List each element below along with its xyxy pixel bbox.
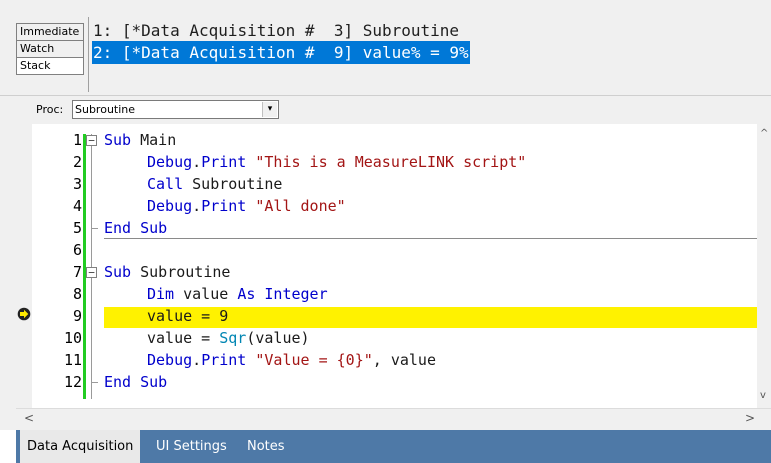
- line-number: 9: [72, 307, 82, 325]
- line-number: 4: [72, 197, 82, 215]
- identifier: (value): [246, 329, 310, 347]
- identifier: Subroutine: [183, 175, 283, 193]
- chevron-left-icon[interactable]: <: [24, 411, 34, 425]
- debug-panel: Immediate Watch Stack 1: [*Data Acquisit…: [0, 0, 771, 95]
- code-line-8: Dim value As Integer: [147, 283, 328, 305]
- tab-watch[interactable]: Watch: [16, 40, 84, 58]
- keyword: End Sub: [104, 219, 168, 237]
- fold-end-marker: [92, 382, 98, 383]
- line-number: 10: [63, 329, 82, 347]
- punct: .: [192, 153, 202, 171]
- code-line-10: value = Sqr(value): [147, 327, 310, 349]
- code-line-1: Sub Main: [104, 129, 176, 151]
- line-number: 1: [72, 131, 82, 149]
- identifier: Main: [131, 131, 177, 149]
- code-line-12: End Sub: [104, 371, 167, 393]
- code-line-3: Call Subroutine: [147, 173, 282, 195]
- chevron-right-icon[interactable]: >: [745, 411, 755, 425]
- method: Print: [201, 351, 247, 369]
- string-literal: "This is a MeasureLINK script": [255, 153, 527, 171]
- keyword: Dim: [147, 285, 175, 303]
- line-number-gutter: 1 2 3 4 5 6 7 8 9 10 11 12: [32, 124, 82, 409]
- fold-end-marker: [92, 228, 98, 229]
- debug-tab-list: Immediate Watch Stack: [16, 23, 84, 75]
- chevron-down-icon[interactable]: v: [760, 390, 766, 401]
- line-number: 8: [72, 285, 82, 303]
- proc-toolbar: Proc: Subroutine ▾: [0, 95, 771, 126]
- keyword: Sub: [104, 263, 132, 281]
- line-number: 2: [72, 153, 82, 171]
- object: Debug: [147, 153, 193, 171]
- procedure-separator: [104, 238, 771, 239]
- code-line-2: Debug.Print "This is a MeasureLINK scrip…: [147, 151, 526, 173]
- method: Print: [201, 197, 247, 215]
- code-line-4: Debug.Print "All done": [147, 195, 346, 217]
- code-line-9-current: value = 9: [147, 307, 229, 325]
- punct: .: [192, 351, 202, 369]
- identifier: value: [174, 285, 238, 303]
- tab-strip: Data Acquisition UI Settings Notes: [16, 430, 771, 463]
- code-line-11: Debug.Print "Value = {0}", value: [147, 349, 436, 371]
- proc-value: Subroutine: [75, 103, 136, 116]
- keyword: Call: [147, 175, 184, 193]
- sheet-tab-bar: Data Acquisition UI Settings Notes: [0, 430, 771, 463]
- arrow-icon: [17, 307, 31, 321]
- method: Print: [201, 153, 247, 171]
- code-editor[interactable]: 1 2 3 4 5 6 7 8 9 10 11 12 − − Sub Main …: [16, 124, 771, 409]
- code-line-5: End Sub: [104, 217, 167, 239]
- chevron-up-icon[interactable]: ^: [760, 128, 768, 139]
- keyword: Sub: [104, 131, 132, 149]
- proc-label: Proc:: [36, 103, 64, 116]
- line-number: 11: [63, 351, 82, 369]
- collapse-icon[interactable]: −: [86, 135, 97, 146]
- line-number: 12: [63, 373, 82, 391]
- keyword: As Integer: [237, 285, 328, 303]
- tab-notes[interactable]: Notes: [240, 430, 292, 463]
- object: Debug: [147, 351, 193, 369]
- tab-ui-settings[interactable]: UI Settings: [149, 430, 234, 463]
- identifier: value =: [147, 329, 220, 347]
- keyword: End Sub: [104, 373, 168, 391]
- identifier: , value: [372, 351, 436, 369]
- breakpoint-margin[interactable]: [16, 124, 32, 409]
- punct: .: [192, 197, 202, 215]
- vertical-scrollbar[interactable]: ^ v: [757, 124, 771, 409]
- line-number: 3: [72, 175, 82, 193]
- tab-immediate[interactable]: Immediate: [16, 23, 84, 41]
- function: Sqr: [219, 329, 247, 347]
- collapse-icon[interactable]: −: [86, 267, 97, 278]
- call-stack-list: 1: [*Data Acquisition # 3] Subroutine 2:…: [88, 17, 771, 89]
- call-stack-item-selected[interactable]: 2: [*Data Acquisition # 9] value% = 9%: [92, 41, 470, 64]
- code-line-7: Sub Subroutine: [104, 261, 230, 283]
- tab-data-acquisition[interactable]: Data Acquisition: [20, 430, 141, 463]
- tab-stack[interactable]: Stack: [16, 57, 84, 75]
- line-number: 7: [72, 263, 82, 281]
- string-literal: "All done": [255, 197, 346, 215]
- proc-dropdown[interactable]: Subroutine ▾: [72, 100, 279, 119]
- string-literal: "Value = {0}": [255, 351, 373, 369]
- horizontal-scrollbar[interactable]: < >: [16, 408, 771, 426]
- identifier: Subroutine: [131, 263, 231, 281]
- call-stack-item[interactable]: 1: [*Data Acquisition # 3] Subroutine: [92, 19, 460, 42]
- chevron-down-icon[interactable]: ▾: [262, 102, 277, 117]
- object: Debug: [147, 197, 193, 215]
- line-number: 5: [72, 219, 82, 237]
- line-number: 6: [72, 241, 82, 259]
